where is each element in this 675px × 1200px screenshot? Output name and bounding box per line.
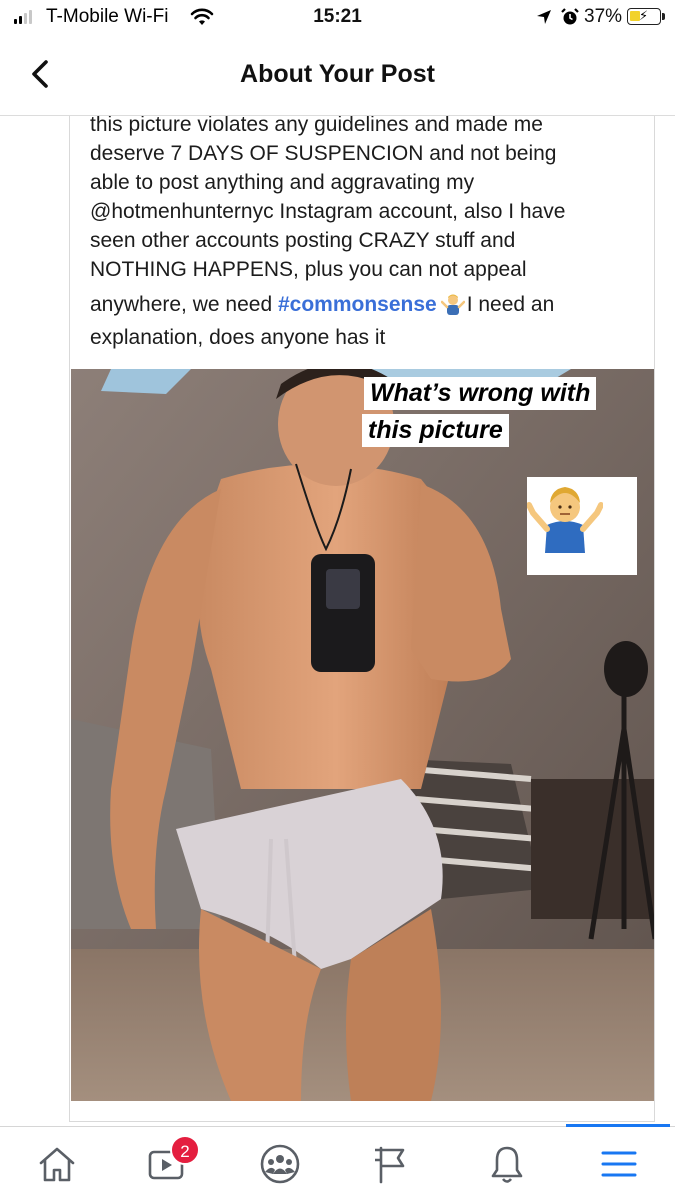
post-text-line: deserve 7 DAYS OF SUSPENCION and not bei… [90,142,557,165]
post-photo[interactable]: What’s wrong with this picture [71,369,654,1101]
watch-notification-badge: 2 [170,1135,200,1165]
battery-nub [662,13,665,20]
post-text-line: anywhere, we need #commonsense I need an [90,290,650,323]
pages-flag-icon [375,1146,405,1184]
alarm-clock-icon [560,7,580,32]
charging-bolt-icon: ⚡ [639,8,649,23]
post-card: this picture violates any guidelines and… [69,116,655,1122]
post-text-fragment: I need an [466,293,555,316]
bottom-tab-bar: 2 [0,1124,675,1200]
image-caption-line-1: What’s wrong with [364,377,597,410]
tab-menu[interactable] [594,1141,644,1187]
tab-home[interactable] [32,1141,82,1187]
post-text-line: this picture violates any guidelines and… [90,116,543,136]
person-shrugging-sticker [527,477,637,575]
post-text-line: NOTHING HAPPENS, plus you can not appeal [90,258,527,281]
tab-groups[interactable] [255,1141,305,1187]
post-text-line: explanation, does anyone has it [90,326,386,349]
status-bar: T-Mobile Wi-Fi 15:21 37% ⚡ [0,0,675,36]
notifications-bell-icon [491,1146,523,1183]
battery-percent: 37% [584,6,623,27]
battery-icon: ⚡ [627,8,661,25]
tab-notifications[interactable] [482,1141,532,1187]
location-arrow-icon [536,9,552,30]
active-tab-indicator [566,1124,670,1127]
nav-header: About Your Post [0,36,675,116]
post-text-fragment: anywhere, we need [90,293,278,316]
groups-icon [260,1144,300,1184]
image-caption-line-2: this picture [362,414,509,447]
person-shrugging-emoji-icon [440,293,465,323]
hashtag-link[interactable]: #commonsense [278,293,437,316]
post-text-line: @hotmenhunternyc Instagram account, also… [90,200,566,223]
tab-pages[interactable] [366,1141,416,1187]
person-shrugging-icon [527,487,603,553]
page-title: About Your Post [240,60,435,88]
post-text-line: able to post anything and aggravating my [90,171,475,194]
menu-icon [601,1151,637,1177]
post-text-line: seen other accounts posting CRAZY stuff … [90,229,516,252]
post-text: this picture violates any guidelines and… [90,116,650,352]
home-icon [39,1147,75,1182]
